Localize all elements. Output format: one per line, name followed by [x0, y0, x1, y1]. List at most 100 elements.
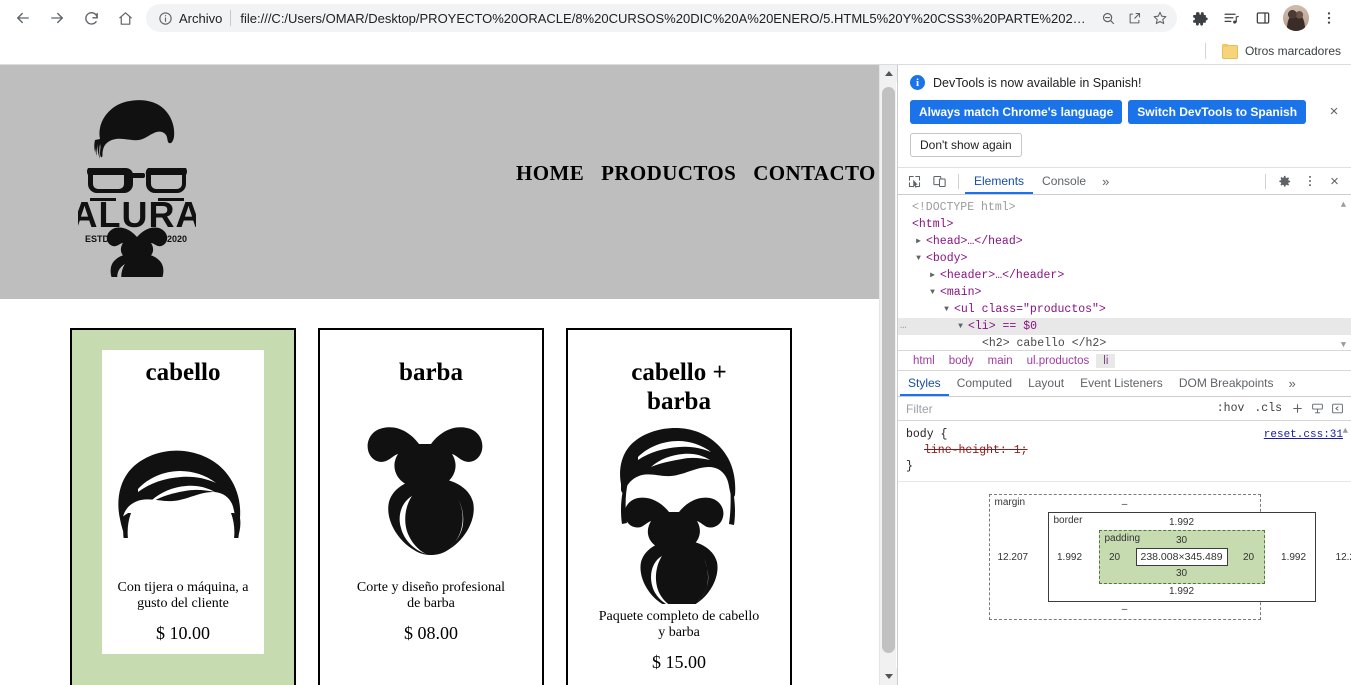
forward-button[interactable]: [43, 4, 71, 32]
tabs-overflow-icon[interactable]: »: [1095, 174, 1116, 189]
tree-node-header[interactable]: ▶ <header>…</header>: [898, 267, 1351, 284]
box-model-padding-layer[interactable]: padding 30 20 238.008×345.489 20 30: [1098, 530, 1265, 584]
tab-computed[interactable]: Computed: [949, 371, 1020, 396]
address-bar[interactable]: Archivo file:///C:/Users/OMAR/Desktop/PR…: [146, 4, 1177, 32]
tree-node-html[interactable]: <html>: [898, 216, 1351, 233]
tab-dom-breakpoints[interactable]: DOM Breakpoints: [1171, 371, 1282, 396]
box-model-margin-right[interactable]: 12.207: [1336, 552, 1351, 563]
tree-node-h2[interactable]: <h2> cabello </h2>: [898, 335, 1351, 350]
tree-node-main[interactable]: ▼ <main>: [898, 284, 1351, 301]
product-card-barba[interactable]: barba Corte y diseño profesional de barb…: [318, 328, 544, 685]
product-card-cabello[interactable]: cabello Con tijera o máquina, a gusto de…: [70, 328, 296, 685]
banner-close-icon[interactable]: ×: [1325, 103, 1343, 121]
tab-layout[interactable]: Layout: [1020, 371, 1072, 396]
box-model-margin-bottom[interactable]: –: [998, 603, 1252, 616]
tree-node-text: <header>…</header>: [940, 269, 1065, 282]
device-toolbar-icon[interactable]: [927, 169, 952, 193]
page-info-icon[interactable]: [156, 9, 174, 27]
site-nav: HOME PRODUCTOS CONTACTO: [516, 161, 876, 186]
tree-node-doctype[interactable]: <!DOCTYPE html>: [898, 199, 1351, 216]
breadcrumb-item-li[interactable]: li: [1096, 353, 1116, 368]
tab-console[interactable]: Console: [1033, 168, 1095, 194]
zoom-out-icon[interactable]: [1095, 5, 1121, 31]
styles-scroll-up-arrow[interactable]: ▲: [1343, 423, 1348, 439]
breadcrumb-item-main[interactable]: main: [981, 354, 1020, 368]
styles-filter-input[interactable]: Filter: [906, 402, 1212, 416]
box-model-padding-left[interactable]: 20: [1106, 552, 1124, 563]
scroll-down-arrow[interactable]: [880, 668, 897, 685]
reload-button[interactable]: [77, 4, 105, 32]
tab-event-listeners[interactable]: Event Listeners: [1072, 371, 1171, 396]
box-model-margin-left[interactable]: 12.207: [998, 552, 1029, 563]
tree-node-ul-productos[interactable]: ▼ <ul class="productos">: [898, 301, 1351, 318]
computed-styles-sidebar-icon[interactable]: [1307, 399, 1327, 419]
css-selector[interactable]: body {: [906, 427, 947, 443]
nav-item-productos[interactable]: PRODUCTOS: [601, 161, 736, 186]
banner-message: DevTools is now available in Spanish!: [933, 75, 1142, 90]
box-model-border-layer[interactable]: border 1.992 1.992 padding 30 20 238.008…: [1047, 512, 1316, 602]
tree-toggle-ul[interactable]: ▼: [940, 301, 953, 318]
tree-toggle-body[interactable]: ▼: [912, 250, 925, 267]
devtools-close-icon[interactable]: ×: [1322, 169, 1347, 193]
hov-toggle-button[interactable]: :hov: [1212, 402, 1250, 415]
box-model-border-top[interactable]: 1.992: [1055, 516, 1309, 529]
tree-node-more-icon[interactable]: …: [900, 318, 907, 335]
dont-show-again-button[interactable]: Don't show again: [910, 133, 1022, 157]
other-bookmarks-button[interactable]: Otros marcadores: [1218, 41, 1349, 61]
url-text[interactable]: file:///C:/Users/OMAR/Desktop/PROYECTO%2…: [240, 11, 1095, 26]
chrome-menu-icon[interactable]: [1314, 3, 1344, 33]
product-card-cabello-barba[interactable]: cabello + barba Paquete completo de cabe…: [566, 328, 792, 685]
box-model-border-right[interactable]: 1.992: [1279, 552, 1309, 563]
share-icon[interactable]: [1121, 5, 1147, 31]
box-model-padding-right[interactable]: 20: [1240, 552, 1258, 563]
css-declaration[interactable]: line-height: 1;: [906, 443, 1343, 459]
toggle-pane-icon[interactable]: [1327, 399, 1347, 419]
tree-node-text: <main>: [940, 286, 982, 299]
tree-node-li-selected[interactable]: … ▼ <li> == $0: [898, 318, 1351, 335]
tab-elements[interactable]: Elements: [965, 168, 1034, 194]
new-style-rule-icon[interactable]: [1287, 399, 1307, 419]
box-model-margin-top[interactable]: –: [998, 498, 1252, 511]
home-button[interactable]: [111, 4, 139, 32]
css-source-link[interactable]: reset.css:31: [1264, 427, 1343, 443]
tree-toggle-main[interactable]: ▼: [926, 284, 939, 301]
tree-toggle-head[interactable]: ▶: [912, 233, 925, 250]
tree-toggle-li[interactable]: ▼: [954, 318, 967, 335]
extensions-puzzle-icon[interactable]: [1184, 3, 1214, 33]
elements-tree[interactable]: ▲ ▼ <!DOCTYPE html> <html> ▶ <head>…</he…: [898, 195, 1351, 350]
box-model-content-size[interactable]: 238.008×345.489: [1135, 548, 1228, 566]
inspect-cursor-icon[interactable]: [902, 169, 927, 193]
always-match-language-button[interactable]: Always match Chrome's language: [910, 100, 1123, 124]
box-model-border-left[interactable]: 1.992: [1055, 552, 1085, 563]
banner-message-row: i DevTools is now available in Spanish!: [910, 75, 1339, 90]
tab-styles[interactable]: Styles: [900, 371, 949, 396]
breadcrumb-item-body[interactable]: body: [942, 354, 981, 368]
page-scrollbar[interactable]: [879, 65, 897, 685]
box-model-margin-layer[interactable]: margin – 12.207 border 1.992 1.992 paddi…: [988, 494, 1351, 620]
breadcrumb-item-ul-productos[interactable]: ul.productos: [1020, 354, 1097, 368]
gear-icon[interactable]: [1272, 169, 1297, 193]
product-description: Paquete completo de cabello y barba: [598, 608, 760, 641]
nav-item-contacto[interactable]: CONTACTO: [753, 161, 876, 186]
tree-toggle-header[interactable]: ▶: [926, 267, 939, 284]
back-button[interactable]: [9, 4, 37, 32]
scroll-up-arrow[interactable]: [880, 65, 897, 82]
nav-item-home[interactable]: HOME: [516, 161, 584, 186]
box-model-padding-bottom[interactable]: 30: [1106, 567, 1258, 580]
box-model-border-bottom[interactable]: 1.992: [1055, 585, 1309, 598]
profile-avatar[interactable]: [1283, 5, 1309, 31]
switch-devtools-language-button[interactable]: Switch DevTools to Spanish: [1128, 100, 1307, 124]
tree-node-head[interactable]: ▶ <head>…</head>: [898, 233, 1351, 250]
styles-rules[interactable]: ▲ body { reset.css:31 line-height: 1; }: [898, 421, 1351, 482]
side-panel-icon[interactable]: [1248, 3, 1278, 33]
scrollbar-thumb[interactable]: [882, 87, 895, 653]
media-playlist-icon[interactable]: [1216, 3, 1246, 33]
kebab-menu-icon[interactable]: [1297, 169, 1322, 193]
bookmark-star-icon[interactable]: [1147, 5, 1173, 31]
sidebar-tabs-overflow-icon[interactable]: »: [1282, 376, 1303, 391]
tree-node-body[interactable]: ▼ <body>: [898, 250, 1351, 267]
site-header: ALURA ESTD 2020 HOME PRODUCTOS CONTACTO: [0, 65, 880, 299]
cls-toggle-button[interactable]: .cls: [1249, 402, 1287, 415]
breadcrumb-item-html[interactable]: html: [906, 354, 942, 368]
web-page: ALURA ESTD 2020 HOME PRODUCTOS CONTACTO: [0, 65, 880, 685]
